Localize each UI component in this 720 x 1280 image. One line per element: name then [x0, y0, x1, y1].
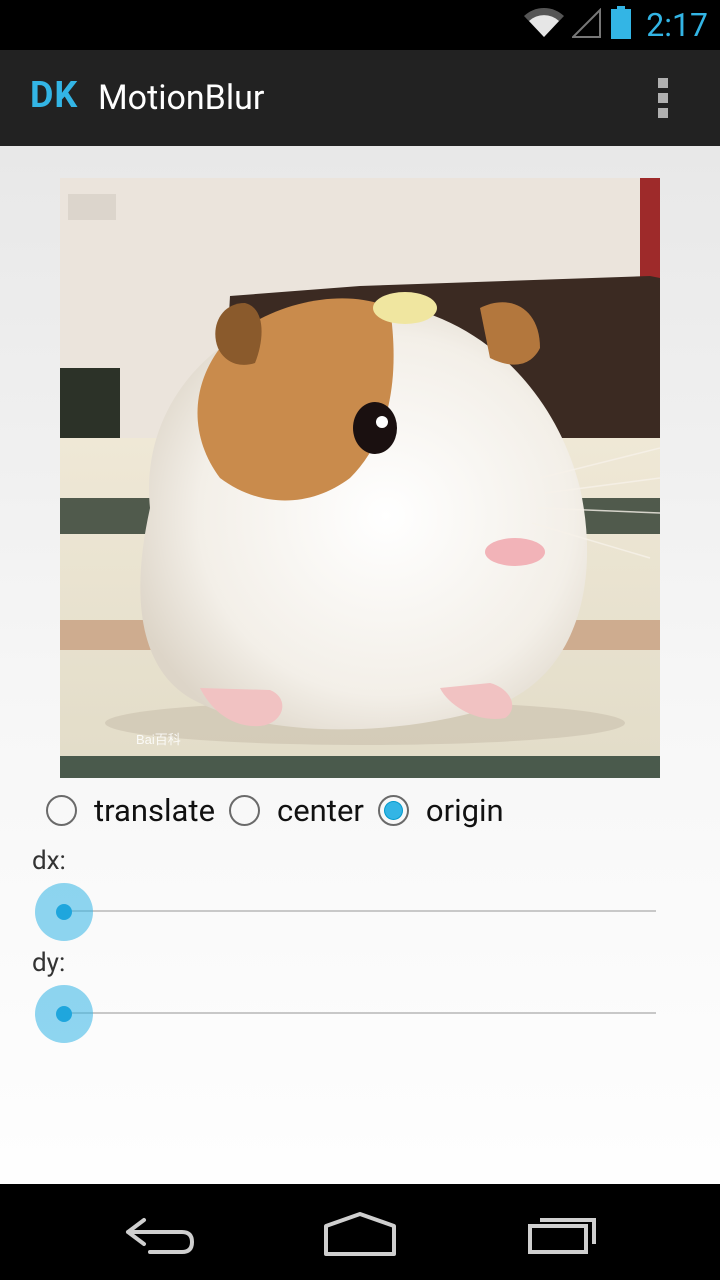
- radio-center[interactable]: center: [229, 792, 364, 829]
- app-title: MotionBlur: [98, 78, 265, 118]
- dy-label: dy:: [32, 948, 66, 978]
- home-icon[interactable]: [320, 1204, 400, 1260]
- image-watermark: Bai百科: [136, 732, 181, 747]
- battery-icon: [610, 6, 632, 44]
- slider-track[interactable]: [64, 1012, 656, 1014]
- slider-track[interactable]: [64, 910, 656, 912]
- radio-button-checked[interactable]: [377, 794, 409, 826]
- signal-icon: [570, 7, 602, 42]
- radio-translate[interactable]: translate: [46, 792, 215, 829]
- radio-label: translate: [94, 791, 216, 829]
- dx-label: dx:: [32, 846, 66, 876]
- overflow-menu-icon[interactable]: [652, 76, 676, 120]
- wifi-icon: [524, 8, 565, 42]
- guinea-pig-image: Bai百科: [60, 178, 660, 778]
- radio-button[interactable]: [229, 794, 261, 826]
- mode-radio-group: translate center origin: [46, 791, 518, 829]
- clock: 2:17: [646, 6, 708, 44]
- status-bar: 2:17: [0, 0, 720, 50]
- dx-slider[interactable]: [34, 882, 656, 942]
- navigation-bar: [0, 1184, 720, 1280]
- slider-thumb[interactable]: [35, 985, 93, 1043]
- dy-slider[interactable]: [34, 984, 656, 1044]
- action-bar: DK MotionBlur: [0, 50, 720, 146]
- recents-icon[interactable]: [524, 1204, 604, 1260]
- radio-label: origin: [425, 791, 504, 829]
- app-icon[interactable]: DK: [30, 74, 78, 116]
- radio-button[interactable]: [46, 794, 77, 826]
- radio-origin[interactable]: origin: [377, 791, 504, 829]
- back-icon[interactable]: [120, 1204, 200, 1260]
- radio-label: center: [277, 791, 364, 829]
- slider-thumb[interactable]: [35, 883, 93, 941]
- content-area: Bai百科 translate center origin dx: dy:: [0, 146, 720, 1184]
